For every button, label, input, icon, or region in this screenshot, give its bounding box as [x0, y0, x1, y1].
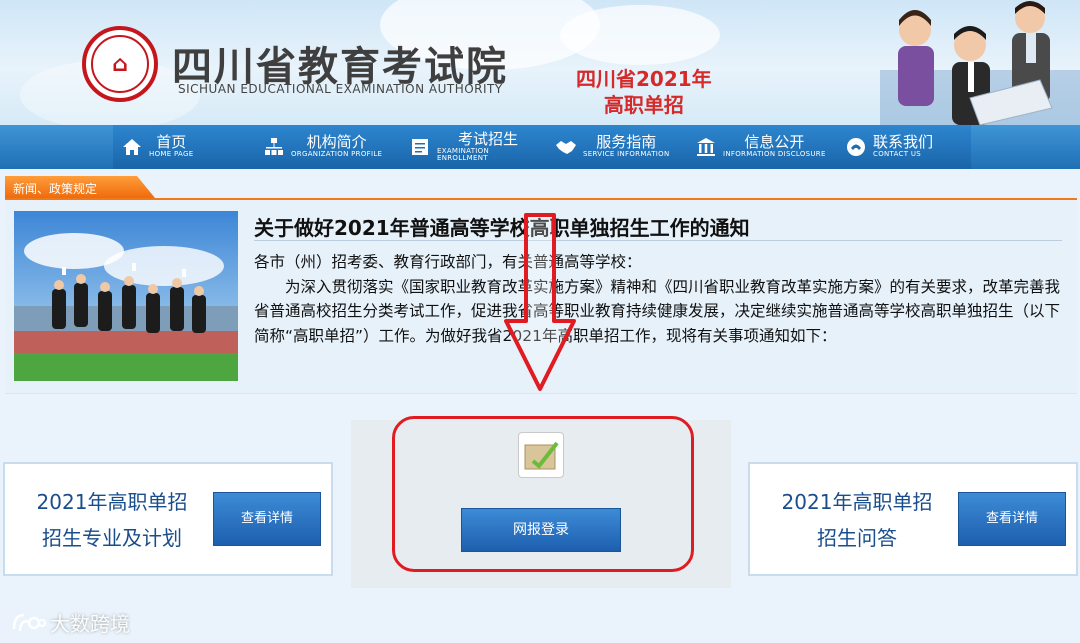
- document-icon: [409, 136, 431, 158]
- headline-divider: [254, 240, 1062, 241]
- org-chart-icon: [263, 136, 285, 158]
- info-building-icon: [695, 136, 717, 158]
- nav-item-disclosure[interactable]: 信息公开 INFORMATION DISCLOSURE: [687, 125, 837, 169]
- org-english-name: SICHUAN EDUCATIONAL EXAMINATION AUTHORIT…: [178, 82, 503, 96]
- nav-label-en: HOME PAGE: [149, 150, 194, 159]
- phone-icon: [845, 136, 867, 158]
- home-icon: [121, 136, 143, 158]
- nav-item-enrollment[interactable]: 考试招生 EXAMINATION ENROLLMENT: [401, 125, 547, 169]
- nav-bar: 首页 HOME PAGE 机构简介 ORGANIZATION PROFILE 考试招…: [113, 125, 971, 169]
- nav-item-home[interactable]: 首页 HOME PAGE: [113, 125, 255, 169]
- news-section-tab[interactable]: 新闻、政策规定: [5, 176, 155, 198]
- nav-item-contact[interactable]: 联系我们 CONTACT US: [837, 125, 957, 169]
- cloud-decoration: [560, 5, 720, 65]
- card-title[interactable]: 2021年高职单招 招生问答: [764, 484, 950, 556]
- banner-slogan: 四川省2021年 高职单招: [576, 66, 712, 118]
- news-headline[interactable]: 关于做好2021年普通高等学校高职单独招生工作的通知: [254, 212, 750, 241]
- watermark: 大数跨境: [10, 608, 130, 637]
- nav-label-en: INFORMATION DISCLOSURE: [723, 150, 826, 159]
- nav-item-service[interactable]: 服务指南 SERVICE INFORMATION: [547, 125, 687, 169]
- seal-glyph: ⌂: [112, 51, 128, 77]
- nav-label-cn: 机构简介: [306, 133, 367, 152]
- view-details-button[interactable]: 查看详情: [213, 492, 321, 546]
- card-title-line-2: 招生专业及计划: [42, 526, 182, 550]
- org-logo-seal[interactable]: ⌂: [82, 26, 158, 102]
- view-details-button[interactable]: 查看详情: [958, 492, 1066, 546]
- watermark-text: 大数跨境: [50, 612, 130, 636]
- card-title-line-1: 2021年高职单招: [36, 490, 188, 514]
- nav-label-cn: 考试招生: [457, 129, 518, 148]
- news-paragraph: 为深入贯彻落实《国家职业教育改革实施方案》精神和《四川省职业教育改革实施方案》的…: [254, 277, 1061, 345]
- nav-label-cn: 联系我们: [873, 133, 934, 152]
- handshake-icon: [555, 136, 577, 158]
- nav-label-en: CONTACT US: [873, 150, 921, 159]
- news-greeting: 各市（州）招考委、教育行政部门，有关普通高等学校：: [254, 253, 642, 271]
- nav-label-cn: 首页: [156, 133, 187, 152]
- nav-label-en: ORGANIZATION PROFILE: [291, 150, 383, 159]
- main-navigation: 首页 HOME PAGE 机构简介 ORGANIZATION PROFILE 考试招…: [0, 125, 1080, 169]
- watermark-logo-icon: [12, 613, 46, 631]
- nav-label-cn: 服务指南: [596, 133, 657, 152]
- card-faq: 2021年高职单招 招生问答 查看详情: [748, 462, 1078, 576]
- card-majors-plan: 2021年高职单招 招生专业及计划 查看详情: [3, 462, 333, 576]
- highlight-box: [392, 416, 694, 572]
- card-title[interactable]: 2021年高职单招 招生专业及计划: [19, 484, 205, 556]
- card-title-line-2: 招生问答: [817, 526, 897, 550]
- nav-label-en: EXAMINATION ENROLLMENT: [437, 146, 489, 162]
- nav-label-cn: 信息公开: [744, 133, 805, 152]
- card-title-line-1: 2021年高职单招: [781, 490, 933, 514]
- slogan-line-2: 高职单招: [603, 93, 684, 117]
- news-excerpt: 各市（州）招考委、教育行政部门，有关普通高等学校： 为深入贯彻落实《国家职业教育…: [254, 250, 1064, 348]
- header-banner: ⌂ 四川省教育考试院 SICHUAN EDUCATIONAL EXAMINATI…: [0, 0, 1080, 125]
- nav-item-organization[interactable]: 机构简介 ORGANIZATION PROFILE: [255, 125, 401, 169]
- graduates-jumping-photo[interactable]: [14, 211, 238, 381]
- business-people-illustration: [880, 1, 1080, 125]
- slogan-line-1: 四川省2021年: [576, 67, 712, 91]
- nav-label-en: SERVICE INFORMATION: [583, 150, 670, 159]
